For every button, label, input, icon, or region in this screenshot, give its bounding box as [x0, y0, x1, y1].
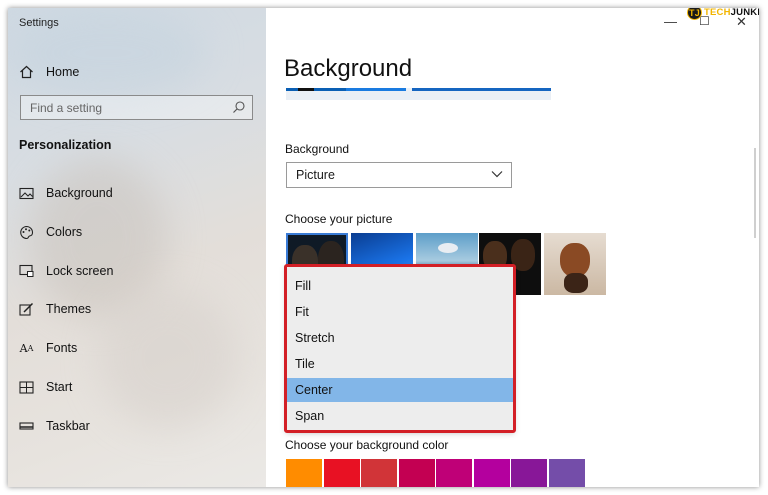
- sidebar-item-background[interactable]: Background: [19, 182, 113, 204]
- background-type-value: Picture: [296, 168, 335, 182]
- minimize-button[interactable]: —: [664, 14, 677, 29]
- settings-window: Settings Home Find a setting Personaliza…: [8, 8, 759, 487]
- choose-picture-label: Choose your picture: [285, 212, 393, 226]
- logo-text-suffix: JUNKIE: [730, 8, 759, 18]
- sidebar-item-label: Taskbar: [46, 419, 90, 433]
- background-preview: [286, 88, 551, 100]
- home-label: Home: [46, 65, 80, 79]
- home-link[interactable]: Home: [19, 62, 79, 82]
- logo-mark: TJ: [687, 8, 702, 20]
- home-icon: [20, 65, 33, 79]
- sidebar-item-taskbar[interactable]: Taskbar: [19, 415, 90, 437]
- app-title: Settings: [19, 17, 59, 29]
- techjunkie-logo: TJ TECH JUNKIE: [687, 8, 759, 20]
- sidebar-item-lock-screen[interactable]: Lock screen: [19, 260, 113, 282]
- picture-thumbnail[interactable]: [544, 233, 606, 295]
- sidebar: Settings Home Find a setting Personaliza…: [8, 8, 266, 487]
- sidebar-item-label: Themes: [46, 302, 92, 316]
- scrollbar[interactable]: [754, 148, 756, 238]
- sidebar-item-label: Lock screen: [46, 264, 114, 278]
- sidebar-item-colors[interactable]: Colors: [19, 221, 82, 243]
- color-swatch[interactable]: [511, 459, 547, 487]
- search-icon: [233, 101, 245, 113]
- fonts-icon: AA: [19, 341, 34, 355]
- background-label: Background: [285, 142, 350, 156]
- section-title: Personalization: [19, 138, 112, 152]
- sidebar-item-label: Background: [46, 186, 113, 200]
- sidebar-item-fonts[interactable]: AA Fonts: [19, 337, 78, 359]
- start-icon: [19, 380, 34, 395]
- background-type-select[interactable]: Picture: [286, 162, 512, 188]
- sidebar-item-label: Fonts: [46, 341, 78, 355]
- themes-icon: [19, 302, 34, 317]
- color-swatch[interactable]: [548, 459, 585, 487]
- page-title: Background: [284, 55, 413, 82]
- color-swatch[interactable]: [286, 459, 322, 487]
- lock-screen-icon: [19, 264, 34, 279]
- taskbar-icon: [19, 419, 34, 434]
- picture-icon: [19, 186, 34, 201]
- sidebar-item-label: Colors: [46, 225, 83, 239]
- red-highlight-box: [284, 264, 516, 433]
- chevron-down-icon: [491, 171, 503, 178]
- color-swatch[interactable]: [361, 459, 397, 487]
- color-swatch[interactable]: [473, 459, 510, 487]
- color-swatch[interactable]: [436, 459, 472, 487]
- search-input[interactable]: Find a setting: [20, 95, 253, 120]
- sidebar-item-start[interactable]: Start: [19, 376, 72, 398]
- choose-color-label: Choose your background color: [285, 438, 449, 452]
- sidebar-backdrop: [98, 288, 238, 428]
- color-swatch[interactable]: [398, 459, 435, 487]
- palette-icon: [19, 225, 34, 240]
- search-placeholder: Find a setting: [30, 100, 103, 115]
- sidebar-item-label: Start: [46, 380, 73, 394]
- logo-text-prefix: TECH: [704, 8, 731, 18]
- color-swatch[interactable]: [323, 459, 360, 487]
- sidebar-item-themes[interactable]: Themes: [19, 298, 91, 320]
